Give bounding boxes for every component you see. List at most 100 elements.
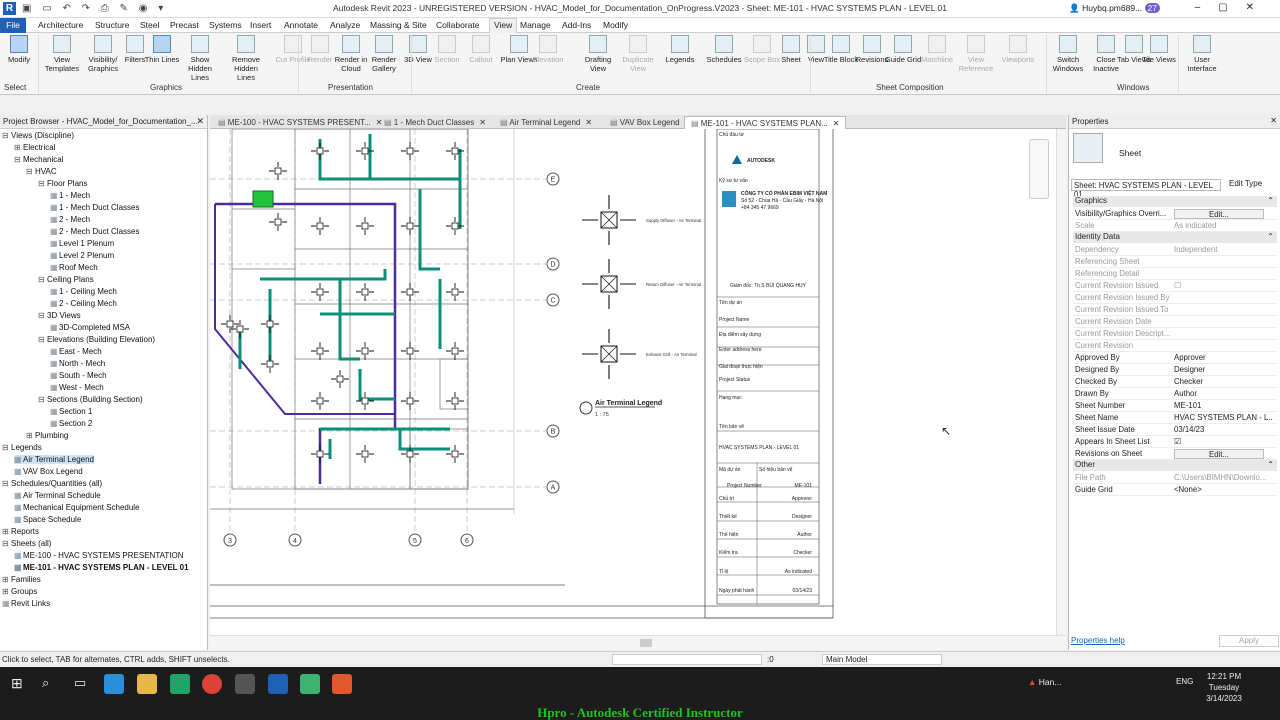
vertical-scrollbar[interactable] xyxy=(1029,129,1066,635)
apply-button[interactable]: Apply xyxy=(1219,635,1279,647)
property-row[interactable]: Current Revision Descript... xyxy=(1073,328,1277,340)
browser-node[interactable]: ▦1 - Ceiling Mech xyxy=(50,287,117,296)
drawing-canvas[interactable]: E D C B A 3 4 5 6 Supply Diffuser - Air Terminal… xyxy=(210,129,1056,635)
browser-node[interactable]: ▦Mechanical Equipment Schedule xyxy=(14,503,140,512)
close-icon[interactable]: ✕ xyxy=(833,119,840,128)
design-option-field[interactable]: Main Model xyxy=(822,654,942,665)
property-row[interactable]: Designed By Designer xyxy=(1073,364,1277,376)
browser-node[interactable]: ▦Air Terminal Legend xyxy=(14,455,95,464)
camtasia-icon[interactable] xyxy=(300,674,320,694)
expand-icon[interactable]: ⊞ xyxy=(2,587,11,596)
file-explorer-icon[interactable] xyxy=(137,674,157,694)
browser-node[interactable]: ⊞ Groups xyxy=(2,587,37,596)
property-checkbox[interactable]: ☐ xyxy=(1174,281,1272,290)
property-value[interactable]: C:\Users\BIMHN\Downlo... xyxy=(1174,473,1272,482)
close-icon[interactable]: ✕ xyxy=(585,118,592,127)
menu-view[interactable]: View xyxy=(489,18,518,33)
property-value[interactable]: Checker xyxy=(1174,377,1272,386)
property-row[interactable]: Current Revision Issued ☐ xyxy=(1073,280,1277,292)
browser-node[interactable]: ⊟ Ceiling Plans xyxy=(38,275,94,284)
property-row[interactable]: Sheet Name HVAC SYSTEMS PLAN - L... xyxy=(1073,412,1277,424)
property-row[interactable]: File Path C:\Users\BIMHN\Downlo... xyxy=(1073,472,1277,484)
revit-taskbar-icon[interactable] xyxy=(268,674,288,694)
property-row[interactable]: Referencing Sheet xyxy=(1073,256,1277,268)
duplicate-view-button[interactable]: Duplicate View xyxy=(618,35,658,73)
collapse-icon[interactable]: ⊟ xyxy=(38,335,47,344)
chrome-icon[interactable] xyxy=(202,674,222,694)
browser-node[interactable]: ▦Roof Mech xyxy=(50,263,98,272)
property-row[interactable]: Visibility/Graphics Overri... Edit... xyxy=(1073,208,1277,220)
expand-icon[interactable]: ⊞ xyxy=(26,431,35,440)
view-tab[interactable]: ▤ ME-101 - HVAC SYSTEMS PLAN... ✕ xyxy=(684,116,847,129)
browser-node[interactable]: ▦Level 1 Plenum xyxy=(50,239,114,248)
collapse-icon[interactable]: ⊟ xyxy=(2,539,11,548)
user-account[interactable]: 👤 Huybq.pm689... 27 xyxy=(1069,3,1160,14)
property-row[interactable]: Current Revision xyxy=(1073,340,1277,352)
property-row[interactable]: Drawn By Author xyxy=(1073,388,1277,400)
view-tab[interactable]: ▤ Air Terminal Legend ✕ xyxy=(494,116,598,129)
tile-views-button[interactable]: Tile Views xyxy=(1139,35,1179,64)
browser-node[interactable]: ▦2 - Mech Duct Classes xyxy=(50,227,139,236)
browser-node[interactable]: ▦1 - Mech xyxy=(50,191,90,200)
property-row[interactable]: Appears In Sheet List ☑ xyxy=(1073,436,1277,448)
browser-node[interactable]: ⊟ Sections (Building Section) xyxy=(38,395,143,404)
horizontal-scrollbar[interactable] xyxy=(210,635,1066,650)
browser-node[interactable]: ▦VAV Box Legend xyxy=(14,467,83,476)
browser-node[interactable]: ▦3D-Completed MSA xyxy=(50,323,130,332)
navigation-bar[interactable] xyxy=(1029,139,1049,199)
browser-node[interactable]: ⊟ Views (Discipline) xyxy=(2,131,74,140)
expand-icon[interactable]: ⊞ xyxy=(14,143,23,152)
collapse-icon[interactable]: ⌃ xyxy=(1267,460,1274,469)
view-templates-button[interactable]: View Templates xyxy=(42,35,82,73)
window-controls[interactable]: –▢✕ xyxy=(1195,2,1272,13)
menu-architecture[interactable]: Architecture xyxy=(38,20,83,30)
property-row[interactable]: Sheet Issue Date 03/14/23 xyxy=(1073,424,1277,436)
expand-icon[interactable]: ⊞ xyxy=(2,575,11,584)
recorder-icon[interactable] xyxy=(332,674,352,694)
calculator-icon[interactable] xyxy=(170,674,190,694)
browser-node[interactable]: ⊟ HVAC xyxy=(26,167,57,176)
browser-node[interactable]: ▦Space Schedule xyxy=(14,515,81,524)
menu-modify[interactable]: Modify xyxy=(603,20,628,30)
property-row[interactable]: Checked By Checker xyxy=(1073,376,1277,388)
property-row[interactable]: Current Revision Issued To xyxy=(1073,304,1277,316)
menu-analyze[interactable]: Analyze xyxy=(330,20,360,30)
browser-node[interactable]: ▦1 - Mech Duct Classes xyxy=(50,203,139,212)
property-row[interactable]: Current Revision Date xyxy=(1073,316,1277,328)
browser-node[interactable]: ▦East - Mech xyxy=(50,347,102,356)
menu-precast[interactable]: Precast xyxy=(170,20,199,30)
view-tab[interactable]: ▤ ME-100 - HVAC SYSTEMS PRESENT... ✕ xyxy=(212,116,388,129)
collapse-icon[interactable]: ⊟ xyxy=(2,443,11,452)
browser-node[interactable]: ⊞ Electrical xyxy=(14,143,55,152)
browser-node[interactable]: ⊟ Legends xyxy=(2,443,42,452)
menu-annotate[interactable]: Annotate xyxy=(284,20,318,30)
collapse-icon[interactable]: ⊟ xyxy=(26,167,35,176)
windows-start-icon[interactable]: ⊞ xyxy=(11,675,23,692)
property-row[interactable]: Referencing Detail xyxy=(1073,268,1277,280)
close-icon[interactable]: ✕ xyxy=(479,118,486,127)
clock[interactable]: 12:21 PM Tuesday 3/14/2023 xyxy=(1202,671,1246,704)
language-indicator[interactable]: ENG xyxy=(1176,677,1193,686)
menu-steel[interactable]: Steel xyxy=(140,20,159,30)
elevation-button[interactable]: Elevation xyxy=(528,35,568,64)
schedules-button[interactable]: Schedules xyxy=(704,35,744,64)
browser-node[interactable]: ▦Section 2 xyxy=(50,419,92,428)
property-row[interactable]: Revisions on Sheet Edit... xyxy=(1073,448,1277,460)
property-value[interactable]: Independent xyxy=(1174,245,1272,254)
browser-node[interactable]: ▦West - Mech xyxy=(50,383,104,392)
taskbar-app-label[interactable]: ▲ Han... xyxy=(1028,677,1061,687)
close-icon[interactable]: ✕ xyxy=(1270,116,1277,125)
property-value[interactable]: ME-101 xyxy=(1174,401,1272,410)
property-row[interactable]: Dependency Independent xyxy=(1073,244,1277,256)
menu-systems[interactable]: Systems xyxy=(209,20,242,30)
property-checkbox[interactable]: ☑ xyxy=(1174,437,1272,446)
thin-lines-button[interactable]: Thin Lines xyxy=(142,35,182,64)
browser-node[interactable]: ▦2 - Ceiling Mech xyxy=(50,299,117,308)
property-section[interactable]: Graphics ⌃ xyxy=(1073,196,1277,207)
task-view-icon[interactable]: ▭ xyxy=(74,675,86,691)
collapse-icon[interactable]: ⊟ xyxy=(38,275,47,284)
viewports-button[interactable]: Viewports xyxy=(998,35,1038,64)
user-interface-button[interactable]: User Interface xyxy=(1182,35,1222,73)
property-value[interactable]: <None> xyxy=(1174,485,1272,494)
menu-structure[interactable]: Structure xyxy=(95,20,130,30)
